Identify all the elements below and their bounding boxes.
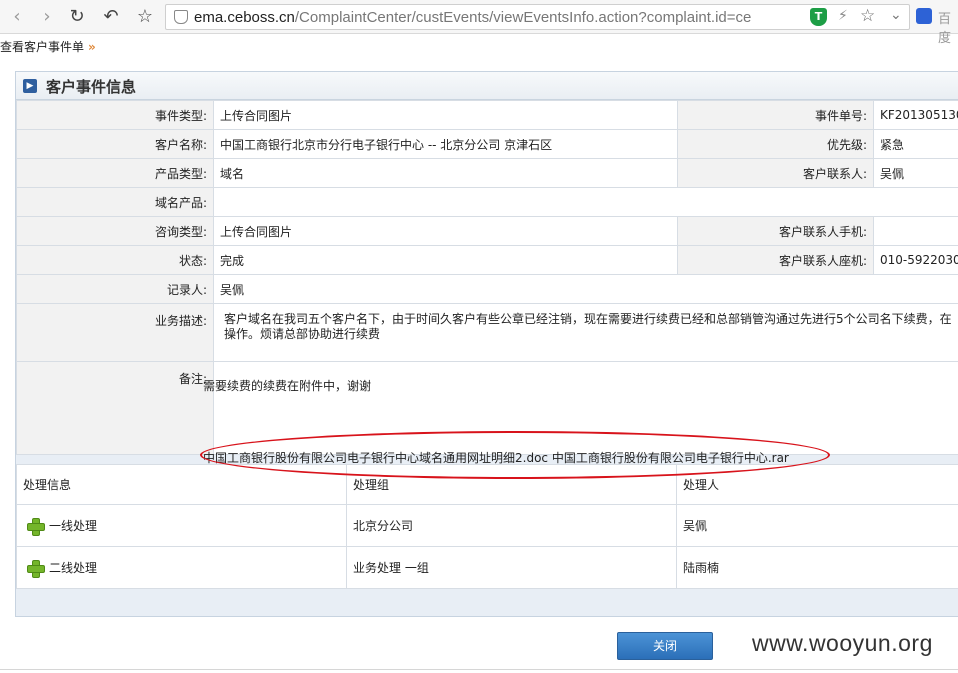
product-type-label: 产品类型: bbox=[16, 158, 214, 188]
panel-header: ▶ 客户事件信息 bbox=[16, 72, 958, 100]
consult-type-label: 咨询类型: bbox=[16, 216, 214, 246]
row-business-desc: 业务描述: 客户域名在我司五个客户名下，由于时间久客户有些公章已经注销，现在需要… bbox=[16, 303, 958, 362]
process-row-first: 一线处理 北京分公司 吴佩 bbox=[16, 504, 958, 547]
bookmark-star-icon[interactable]: ☆ bbox=[134, 6, 156, 28]
security-icon bbox=[174, 10, 188, 24]
process-info-cell[interactable]: 一线处理 bbox=[16, 504, 347, 547]
process-table: 处理信息 处理组 处理人 一线处理 北京分公司 吴佩 二线处理 业务处理 一组 … bbox=[16, 464, 958, 589]
address-url[interactable]: ema.ceboss.cn/ComplaintCenter/custEvents… bbox=[194, 9, 782, 26]
row-recorder: 记录人: 吴佩 bbox=[16, 274, 958, 304]
process-row-second: 二线处理 业务处理 一组 陆雨楠 bbox=[16, 546, 958, 589]
favorite-star-icon[interactable]: ☆ bbox=[860, 6, 875, 26]
url-path: /ComplaintCenter/custEvents/viewEventsIn… bbox=[294, 9, 752, 26]
contact-phone-value: 010-59220301 bbox=[873, 245, 958, 275]
row-status: 状态: 完成 客户联系人座机: 010-59220301 bbox=[16, 245, 958, 275]
close-button[interactable]: 关闭 bbox=[617, 632, 713, 660]
process-group-cell: 北京分公司 bbox=[346, 504, 677, 547]
expand-plus-icon[interactable] bbox=[27, 560, 45, 579]
event-type-value: 上传合同图片 bbox=[213, 100, 678, 130]
url-host: ema.ceboss.cn bbox=[194, 9, 295, 26]
red-highlight-ellipse bbox=[200, 431, 830, 479]
browser-toolbar: ‹ › ↻ ↶ ☆ ema.ceboss.cn/ComplaintCenter/… bbox=[0, 0, 958, 46]
process-person-cell: 陆雨楠 bbox=[676, 546, 958, 589]
domain-product-value bbox=[213, 187, 958, 217]
process-group-cell: 业务处理 一组 bbox=[346, 546, 677, 589]
row-domain-product: 域名产品: bbox=[16, 187, 958, 217]
row-event-type: 事件类型: 上传合同图片 事件单号: KF20130513060 bbox=[16, 100, 958, 130]
contact-label: 客户联系人: bbox=[677, 158, 874, 188]
process-info-label: 二线处理 bbox=[49, 560, 98, 575]
watermark: www.wooyun.org bbox=[752, 630, 933, 656]
event-info-table: 事件类型: 上传合同图片 事件单号: KF20130513060 客户名称: 中… bbox=[16, 100, 958, 455]
panel-arrow-icon: ▶ bbox=[23, 79, 37, 93]
event-no-value: KF20130513060 bbox=[873, 100, 958, 130]
process-info-cell[interactable]: 二线处理 bbox=[16, 546, 347, 589]
consult-type-value: 上传合同图片 bbox=[213, 216, 678, 246]
chevron-down-icon[interactable]: ⌄ bbox=[890, 7, 902, 23]
customer-value: 中国工商银行北京市分行电子银行中心 -- 北京分公司 京津石区 bbox=[213, 129, 678, 159]
baidu-label[interactable]: 百度 bbox=[938, 8, 958, 46]
remark-label: 备注: bbox=[16, 361, 214, 455]
domain-product-label: 域名产品: bbox=[16, 187, 214, 217]
undo-icon[interactable]: ↶ bbox=[100, 6, 122, 28]
process-person-cell: 吴佩 bbox=[676, 504, 958, 547]
business-desc-cell: 客户域名在我司五个客户名下，由于时间久客户有些公章已经注销，现在需要进行续费已经… bbox=[213, 303, 958, 362]
recorder-label: 记录人: bbox=[16, 274, 214, 304]
reload-icon[interactable]: ↻ bbox=[66, 6, 88, 28]
expand-plus-icon[interactable] bbox=[27, 518, 45, 537]
contact-mobile-value bbox=[873, 216, 958, 246]
recorder-value: 吴佩 bbox=[213, 274, 958, 304]
lightning-icon[interactable]: ⚡ bbox=[838, 8, 848, 24]
status-value: 完成 bbox=[213, 245, 678, 275]
shield-extension-icon[interactable]: T bbox=[810, 8, 827, 26]
remark-value: 需要续费的续费在附件中，谢谢 bbox=[203, 379, 372, 393]
event-type-label: 事件类型: bbox=[16, 100, 214, 130]
event-info-panel: ▶ 客户事件信息 事件类型: 上传合同图片 事件单号: KF2013051306… bbox=[15, 71, 958, 617]
forward-icon[interactable]: › bbox=[36, 6, 58, 28]
contact-value: 吴佩 bbox=[873, 158, 958, 188]
contact-mobile-label: 客户联系人手机: bbox=[677, 216, 874, 246]
event-no-label: 事件单号: bbox=[677, 100, 874, 130]
breadcrumb: 查看客户事件单» bbox=[0, 38, 96, 54]
contact-phone-label: 客户联系人座机: bbox=[677, 245, 874, 275]
row-consult-type: 咨询类型: 上传合同图片 客户联系人手机: bbox=[16, 216, 958, 246]
bottom-divider bbox=[0, 669, 958, 670]
status-label: 状态: bbox=[16, 245, 214, 275]
panel-title: 客户事件信息 bbox=[46, 78, 137, 96]
back-icon[interactable]: ‹ bbox=[6, 6, 28, 28]
process-info-label: 一线处理 bbox=[49, 518, 98, 533]
address-bar[interactable]: ema.ceboss.cn/ComplaintCenter/custEvents… bbox=[165, 4, 910, 30]
breadcrumb-label: 查看客户事件单 bbox=[0, 40, 85, 54]
priority-value: 紧急 bbox=[873, 129, 958, 159]
priority-label: 优先级: bbox=[677, 129, 874, 159]
row-product-type: 产品类型: 域名 客户联系人: 吴佩 bbox=[16, 158, 958, 188]
business-desc-value: 客户域名在我司五个客户名下，由于时间久客户有些公章已经注销，现在需要进行续费已经… bbox=[224, 312, 952, 341]
customer-label: 客户名称: bbox=[16, 129, 214, 159]
business-desc-label: 业务描述: bbox=[16, 303, 214, 362]
product-type-value: 域名 bbox=[213, 158, 678, 188]
baidu-paw-icon[interactable] bbox=[916, 8, 932, 24]
row-customer: 客户名称: 中国工商银行北京市分行电子银行中心 -- 北京分公司 京津石区 优先… bbox=[16, 129, 958, 159]
breadcrumb-arrow-icon: » bbox=[88, 40, 96, 54]
